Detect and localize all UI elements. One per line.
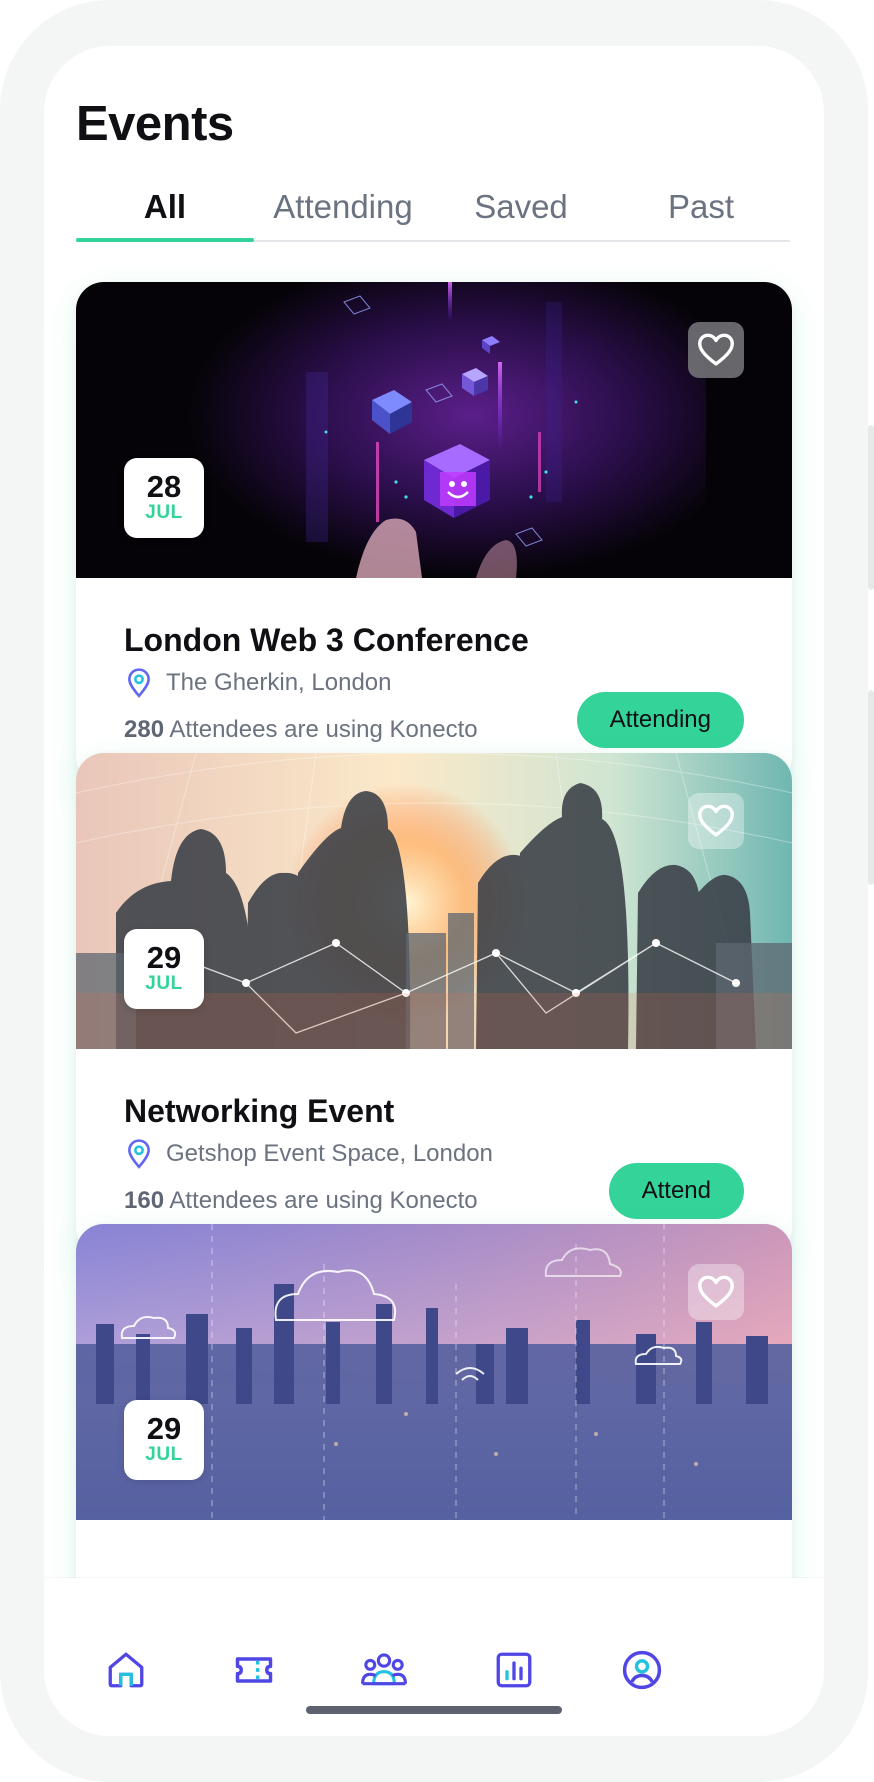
- tab-all[interactable]: All: [76, 184, 254, 242]
- city-skyline-image: 29 JUL: [76, 1224, 792, 1520]
- favorite-button[interactable]: [688, 1264, 744, 1320]
- bottom-nav-bar: [44, 1578, 824, 1736]
- nav-home[interactable]: [102, 1646, 150, 1694]
- event-location: The Gherkin, London: [124, 668, 391, 698]
- tab-saved[interactable]: Saved: [432, 184, 610, 242]
- heart-icon: [698, 1275, 734, 1308]
- tab-attending[interactable]: Attending: [254, 184, 432, 242]
- date-badge: 29 JUL: [124, 1400, 204, 1480]
- attendee-count: 160: [124, 1187, 165, 1214]
- tab-past[interactable]: Past: [612, 184, 790, 242]
- event-card[interactable]: 29 JUL Networking Event Getshop Event Sp…: [76, 753, 792, 1256]
- attendee-text: Attendees are using Konecto: [169, 716, 478, 743]
- attend-button[interactable]: Attend: [608, 1163, 744, 1219]
- attendee-text: Attendees are using Konecto: [169, 1187, 478, 1214]
- web3-cubes-image: 28 JUL: [76, 282, 792, 578]
- phone-side-button: [868, 690, 874, 885]
- heart-icon: [698, 804, 734, 837]
- date-day: 28: [146, 469, 182, 504]
- ticket-icon: [235, 1657, 273, 1683]
- event-title[interactable]: Networking Event: [124, 1093, 394, 1130]
- date-day: 29: [146, 1411, 182, 1446]
- nav-people[interactable]: [360, 1646, 408, 1694]
- nav-profile[interactable]: [618, 1646, 666, 1694]
- event-feed[interactable]: 28 JUL London Web 3 Conference The Gherk…: [44, 252, 824, 1624]
- date-badge: 29 JUL: [124, 929, 204, 1009]
- active-tab-indicator: [76, 238, 254, 242]
- attendee-summary: 160 Attendees are using Konecto: [124, 1187, 478, 1215]
- location-text: The Gherkin, London: [166, 669, 392, 696]
- app-screen: Events All Attending Saved Past 28 JUL L…: [44, 46, 824, 1736]
- event-tabs: All Attending Saved Past: [76, 184, 790, 242]
- attendee-count: 280: [124, 716, 165, 743]
- event-location: Getshop Event Space, London: [124, 1139, 493, 1169]
- date-month: JUL: [145, 1444, 183, 1465]
- location-pin-icon: [124, 1139, 154, 1169]
- attendee-summary: 280 Attendees are using Konecto: [124, 716, 478, 744]
- attending-button[interactable]: Attending: [576, 692, 744, 748]
- profile-icon: [622, 1650, 662, 1690]
- event-card[interactable]: 28 JUL London Web 3 Conference The Gherk…: [76, 282, 792, 785]
- location-text: Getshop Event Space, London: [166, 1140, 493, 1167]
- favorite-button[interactable]: [688, 793, 744, 849]
- date-badge: 28 JUL: [124, 458, 204, 538]
- date-day: 29: [146, 940, 182, 975]
- business-silhouettes-image: 29 JUL: [76, 753, 792, 1049]
- nav-analytics[interactable]: [490, 1646, 538, 1694]
- event-title[interactable]: London Web 3 Conference: [124, 622, 529, 659]
- heart-icon: [698, 333, 734, 366]
- people-icon: [361, 1653, 407, 1686]
- date-month: JUL: [145, 973, 183, 994]
- date-month: JUL: [145, 502, 183, 523]
- chart-icon: [496, 1652, 532, 1688]
- event-card[interactable]: 29 JUL: [76, 1224, 792, 1624]
- home-indicator[interactable]: [306, 1706, 562, 1714]
- page-title: Events: [76, 97, 234, 151]
- home-icon: [108, 1652, 144, 1688]
- location-pin-icon: [124, 668, 154, 698]
- phone-side-button: [868, 425, 874, 590]
- favorite-button[interactable]: [688, 322, 744, 378]
- nav-tickets[interactable]: [230, 1646, 278, 1694]
